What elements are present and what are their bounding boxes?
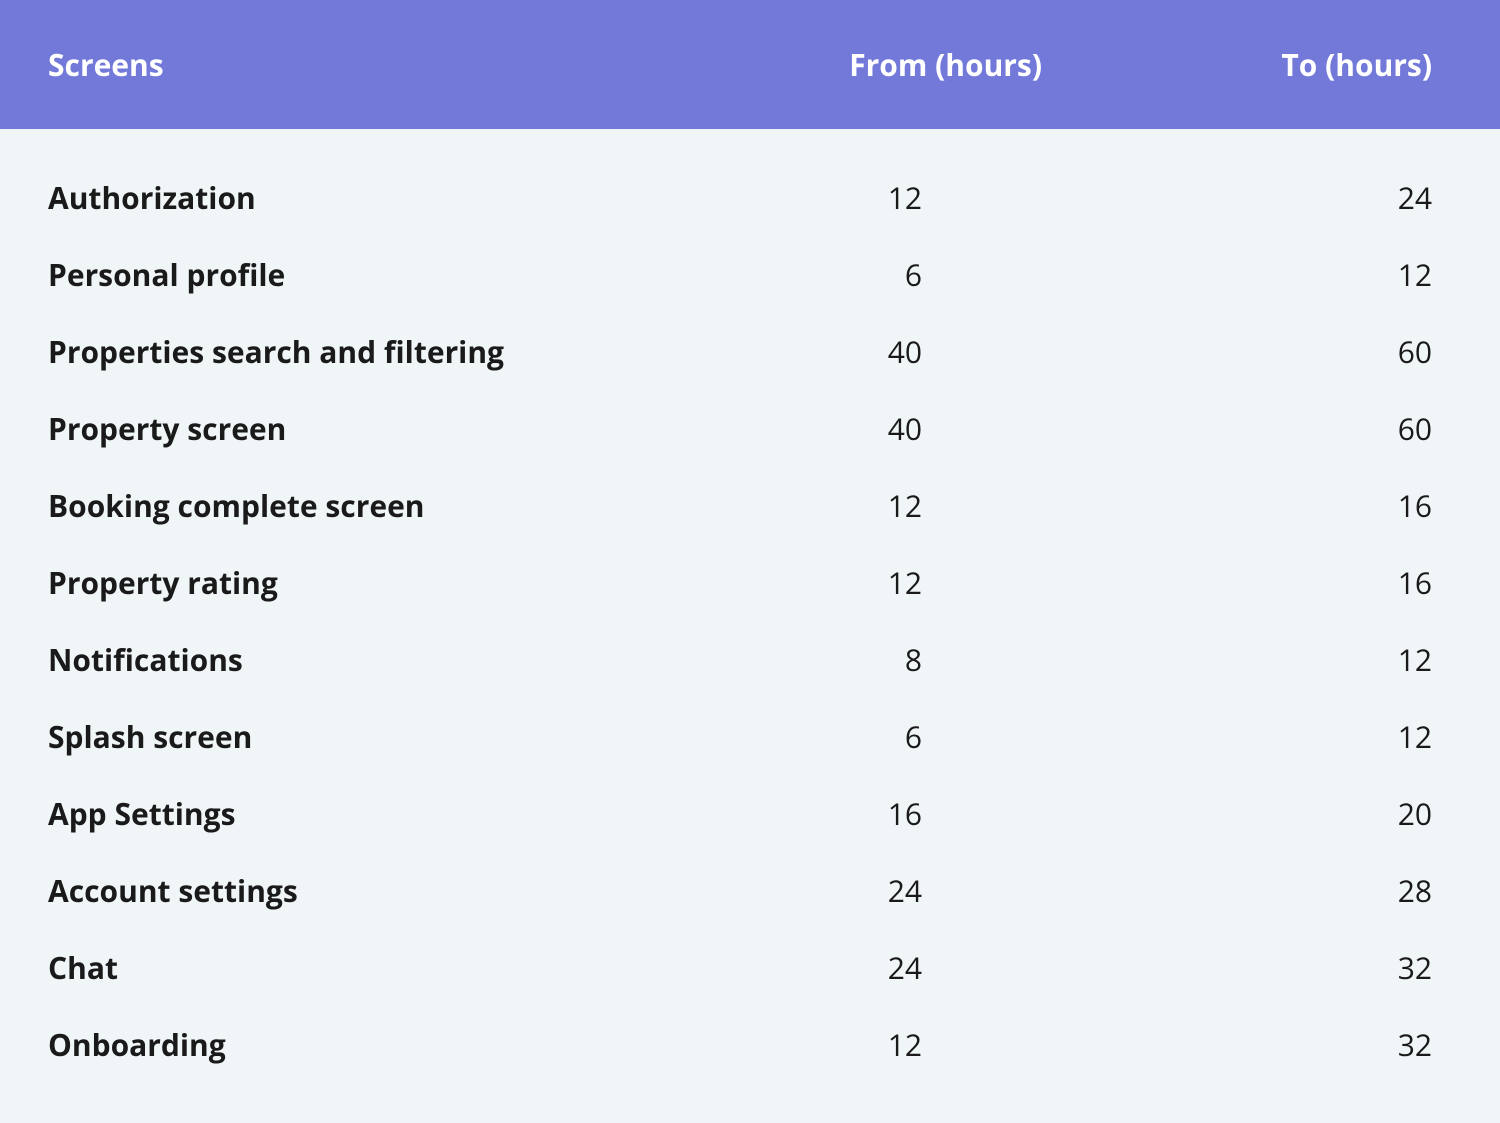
cell-from: 12 [772, 485, 1052, 526]
table-row: Account settings2428 [0, 852, 1500, 929]
cell-screen: Property rating [48, 562, 772, 603]
cell-from: 16 [772, 793, 1052, 834]
cell-to: 24 [1052, 177, 1452, 218]
header-to: To (hours) [1052, 44, 1452, 85]
cell-from: 12 [772, 562, 1052, 603]
table-row: Properties search and filtering4060 [0, 313, 1500, 390]
cell-from: 12 [772, 1024, 1052, 1065]
table-row: Property rating1216 [0, 544, 1500, 621]
cell-to: 32 [1052, 947, 1452, 988]
cell-screen: Authorization [48, 177, 772, 218]
cell-to: 28 [1052, 870, 1452, 911]
cell-to: 32 [1052, 1024, 1452, 1065]
cell-screen: Notifications [48, 639, 772, 680]
cell-screen: Property screen [48, 408, 772, 449]
cell-to: 20 [1052, 793, 1452, 834]
cell-to: 12 [1052, 254, 1452, 295]
cell-screen: Personal profile [48, 254, 772, 295]
cell-screen: Booking complete screen [48, 485, 772, 526]
cell-screen: App Settings [48, 793, 772, 834]
cell-to: 16 [1052, 485, 1452, 526]
table-row: Onboarding1232 [0, 1006, 1500, 1083]
table-header-row: Screens From (hours) To (hours) [0, 0, 1500, 129]
table-row: Chat2432 [0, 929, 1500, 1006]
table-row: Property screen4060 [0, 390, 1500, 467]
cell-to: 16 [1052, 562, 1452, 603]
cell-from: 12 [772, 177, 1052, 218]
cell-to: 60 [1052, 331, 1452, 372]
cell-screen: Chat [48, 947, 772, 988]
cell-from: 8 [772, 639, 1052, 680]
cell-from: 24 [772, 947, 1052, 988]
table-row: App Settings1620 [0, 775, 1500, 852]
cell-screen: Account settings [48, 870, 772, 911]
cell-from: 6 [772, 254, 1052, 295]
cell-to: 12 [1052, 716, 1452, 757]
table-row: Booking complete screen1216 [0, 467, 1500, 544]
cell-screen: Onboarding [48, 1024, 772, 1065]
cell-to: 12 [1052, 639, 1452, 680]
table-row: Authorization1224 [0, 159, 1500, 236]
cell-from: 24 [772, 870, 1052, 911]
table-row: Splash screen612 [0, 698, 1500, 775]
table-row: Notifications812 [0, 621, 1500, 698]
header-from: From (hours) [772, 44, 1052, 85]
estimation-table: Screens From (hours) To (hours) Authoriz… [0, 0, 1500, 1123]
cell-to: 60 [1052, 408, 1452, 449]
cell-from: 40 [772, 408, 1052, 449]
header-screens: Screens [48, 44, 772, 85]
cell-from: 40 [772, 331, 1052, 372]
cell-from: 6 [772, 716, 1052, 757]
table-row: Personal profile612 [0, 236, 1500, 313]
table-body: Authorization1224Personal profile612Prop… [0, 129, 1500, 1123]
cell-screen: Properties search and filtering [48, 331, 772, 372]
cell-screen: Splash screen [48, 716, 772, 757]
